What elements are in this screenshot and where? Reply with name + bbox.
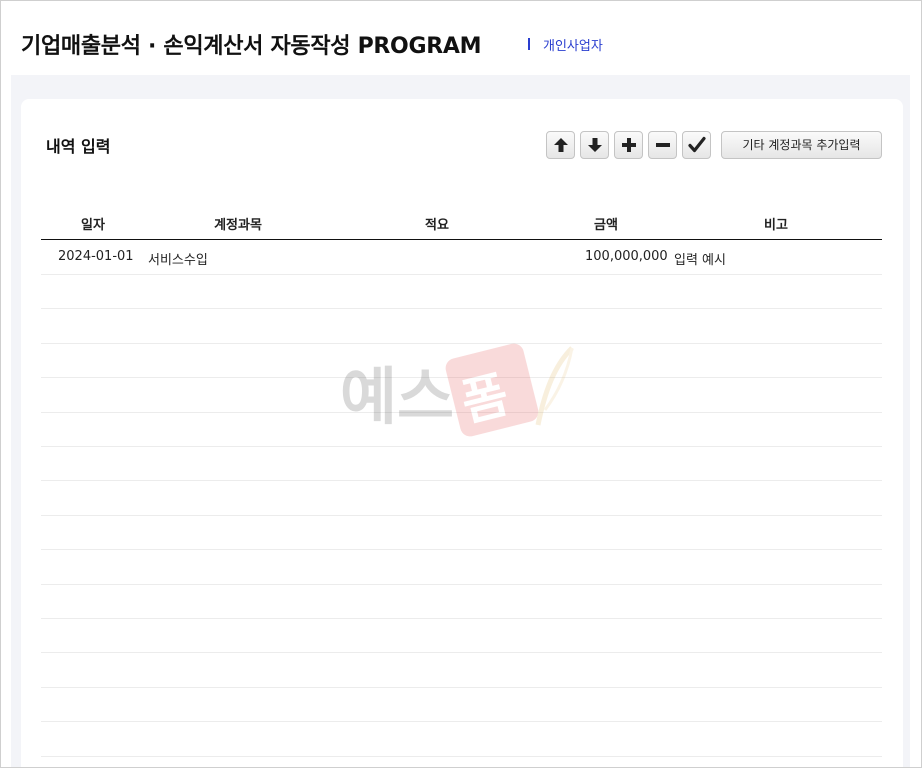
page-header: 기업매출분석 · 손익계산서 자동작성 PROGRAM 개인사업자	[1, 1, 921, 75]
watermark-logo-icon: 예스 폼	[340, 343, 574, 437]
table-row-divider	[41, 584, 882, 585]
extra-accounts-button[interactable]: 기타 계정과목 추가입력	[721, 131, 882, 159]
row-account[interactable]: 서비스수입	[148, 249, 208, 268]
row-amount[interactable]: 100,000,000	[585, 249, 668, 264]
title-separator	[528, 38, 530, 50]
column-header-memo: 적요	[425, 218, 449, 233]
table-row-divider	[41, 549, 882, 550]
table-row-divider	[41, 687, 882, 688]
plus-icon	[621, 138, 636, 152]
remove-row-button[interactable]	[648, 131, 677, 159]
table-row-divider	[41, 515, 882, 516]
yesform-watermark: 예스 폼	[340, 330, 590, 440]
column-header-amount: 금액	[594, 218, 618, 233]
table-row-divider	[41, 756, 882, 757]
add-row-button[interactable]	[614, 131, 643, 159]
table-row-divider	[41, 721, 882, 722]
arrow-up-icon	[553, 138, 568, 152]
column-header-account: 계정과목	[214, 218, 262, 233]
table-row-divider	[41, 308, 882, 309]
column-header-date: 일자	[81, 218, 105, 233]
table-header-divider	[41, 239, 882, 240]
minus-icon	[655, 143, 670, 147]
row-date[interactable]: 2024-01-01	[58, 249, 134, 264]
app-title: 기업매출분석 · 손익계산서 자동작성 PROGRAM	[21, 34, 482, 59]
table-row-divider	[41, 652, 882, 653]
column-header-note: 비고	[764, 218, 788, 233]
user-type-label[interactable]: 개인사업자	[543, 35, 603, 54]
table-row-divider	[41, 446, 882, 447]
table-row-divider	[41, 480, 882, 481]
check-icon	[687, 136, 706, 153]
confirm-button[interactable]	[682, 131, 711, 159]
arrow-down-icon	[587, 138, 602, 152]
section-title: 내역 입력	[46, 137, 111, 156]
move-down-button[interactable]	[580, 131, 609, 159]
table-row-divider	[41, 274, 882, 275]
move-up-button[interactable]	[546, 131, 575, 159]
svg-text:예스: 예스	[340, 360, 454, 433]
table-row-divider	[41, 618, 882, 619]
row-note[interactable]: 입력 예시	[674, 249, 726, 268]
